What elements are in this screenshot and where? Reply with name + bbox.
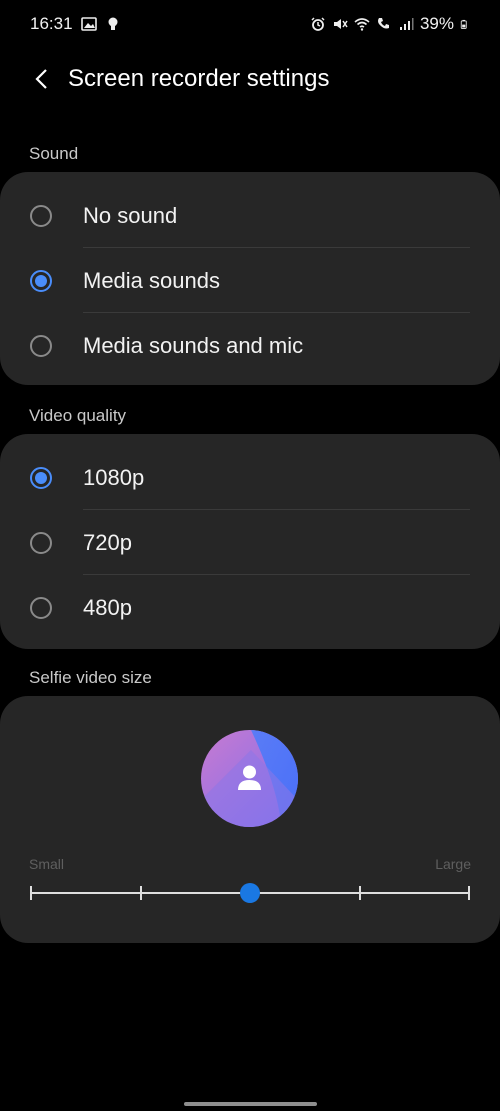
selfie-preview-avatar — [201, 730, 298, 827]
radio-label: 1080p — [83, 464, 145, 490]
radio-label: 480p — [83, 594, 132, 620]
quality-option-1080p[interactable]: 1080p — [0, 445, 500, 510]
radio-button-checked[interactable] — [30, 466, 52, 489]
gesture-nav-handle[interactable] — [184, 1102, 317, 1106]
slider-tick — [468, 886, 470, 900]
header: Screen recorder settings — [0, 50, 500, 108]
back-arrow-icon — [35, 69, 47, 89]
slider-tick — [139, 886, 142, 900]
quality-option-720p[interactable]: 720p — [0, 510, 500, 575]
sound-option-no-sound[interactable]: No sound — [0, 183, 500, 248]
slider-tick — [358, 886, 361, 900]
sound-section-label: Sound — [29, 144, 79, 163]
bulb-icon — [108, 17, 118, 30]
sound-option-media-sounds-and-mic[interactable]: Media sounds and mic — [0, 313, 500, 378]
selfie-card: Small Large — [0, 696, 500, 943]
sound-card: No sound Media sounds Media sounds and m… — [0, 172, 500, 385]
radio-label: No sound — [83, 202, 178, 228]
quality-option-480p[interactable]: 480p — [0, 575, 500, 640]
radio-label: 720p — [83, 529, 132, 555]
wifi-call-icon — [377, 18, 389, 29]
slider-labels: Small Large — [29, 856, 471, 872]
radio-button[interactable] — [30, 596, 52, 619]
gallery-icon — [80, 17, 97, 31]
radio-label: Media sounds and mic — [83, 332, 304, 358]
video-quality-section-label: Video quality — [29, 406, 127, 425]
slider-max-label: Large — [435, 856, 471, 872]
status-left: 16:31 — [30, 14, 121, 34]
sound-option-media-sounds[interactable]: Media sounds — [0, 248, 500, 313]
radio-button[interactable] — [30, 334, 52, 357]
slider-thumb[interactable] — [240, 883, 260, 903]
video-quality-card: 1080p 720p 480p — [0, 434, 500, 649]
battery-percent: 39% — [419, 14, 454, 33]
alarm-icon — [311, 17, 325, 31]
signal-icon — [399, 18, 414, 30]
radio-button-checked[interactable] — [30, 269, 52, 292]
selfie-size-slider[interactable] — [30, 881, 470, 905]
slider-min-label: Small — [29, 856, 65, 872]
radio-button[interactable] — [30, 531, 52, 554]
radio-label: Media sounds — [83, 267, 220, 293]
slider-tick — [30, 886, 32, 900]
status-time: 16:31 — [30, 14, 73, 33]
status-bar: 16:31 39% — [0, 0, 500, 48]
battery-icon — [460, 19, 467, 29]
mute-icon — [333, 19, 348, 29]
status-right: 39% — [310, 14, 470, 34]
person-icon — [201, 730, 298, 827]
page-title: Screen recorder settings — [68, 65, 330, 92]
selfie-section-label: Selfie video size — [29, 668, 152, 687]
wifi-icon — [354, 18, 370, 31]
back-button[interactable] — [22, 59, 62, 99]
radio-button[interactable] — [30, 204, 52, 227]
